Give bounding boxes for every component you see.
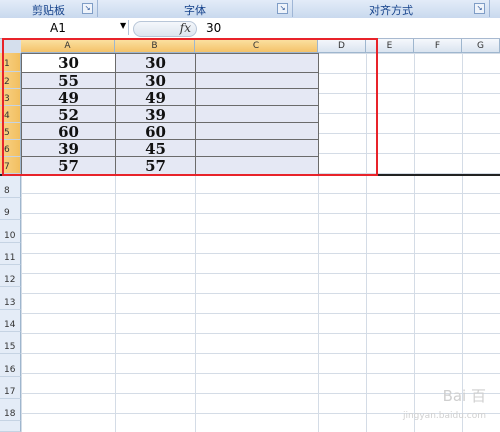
row-header-8[interactable]: 8 (0, 176, 21, 198)
dialog-launcher-icon[interactable]: ↘ (277, 3, 288, 14)
ribbon-group-alignment: 对齐方式 ↘ (293, 0, 490, 17)
row-header-16[interactable]: 16 (0, 354, 21, 377)
ribbon-group-label: 对齐方式 (369, 4, 413, 17)
row-header-19[interactable] (0, 421, 21, 432)
column-header-g[interactable]: G (462, 39, 500, 53)
gridline (414, 53, 415, 432)
row-header-12[interactable]: 12 (0, 265, 21, 287)
formula-bar: A1 ▼ fx 30 (0, 18, 500, 39)
row-header-18[interactable]: 18 (0, 399, 21, 421)
row-header-13[interactable]: 13 (0, 287, 21, 310)
chevron-down-icon[interactable]: ▼ (120, 21, 126, 30)
gridline (462, 53, 463, 432)
insert-function-button[interactable]: fx (133, 21, 197, 37)
row-header-9[interactable]: 9 (0, 198, 21, 220)
row-header-11[interactable]: 11 (0, 243, 21, 265)
ribbon-group-clipboard: 剪贴板 ↘ (0, 0, 98, 17)
row-header-14[interactable]: 14 (0, 310, 21, 332)
watermark-url: jingyan.baidu.com (402, 411, 486, 421)
dialog-launcher-icon[interactable]: ↘ (474, 3, 485, 14)
ribbon-group-font: 字体 ↘ (98, 0, 293, 17)
dialog-launcher-icon[interactable]: ↘ (82, 3, 93, 14)
function-icon: fx (179, 21, 191, 35)
name-box[interactable]: A1 ▼ (0, 20, 129, 35)
row-header-17[interactable]: 17 (0, 377, 21, 399)
row-header-10[interactable]: 10 (0, 220, 21, 243)
ribbon: 剪贴板 ↘ 字体 ↘ 对齐方式 ↘ (0, 0, 500, 19)
row-header-15[interactable]: 15 (0, 332, 21, 354)
formula-input[interactable]: 30 (206, 21, 221, 35)
column-header-f[interactable]: F (414, 39, 462, 53)
watermark: Bai 百 jingyan.baidu.com (376, 383, 486, 429)
watermark-logo: Bai 百 (442, 387, 486, 405)
ribbon-group-label: 字体 (184, 4, 206, 17)
name-box-value: A1 (50, 21, 66, 35)
highlight-box (2, 38, 378, 176)
